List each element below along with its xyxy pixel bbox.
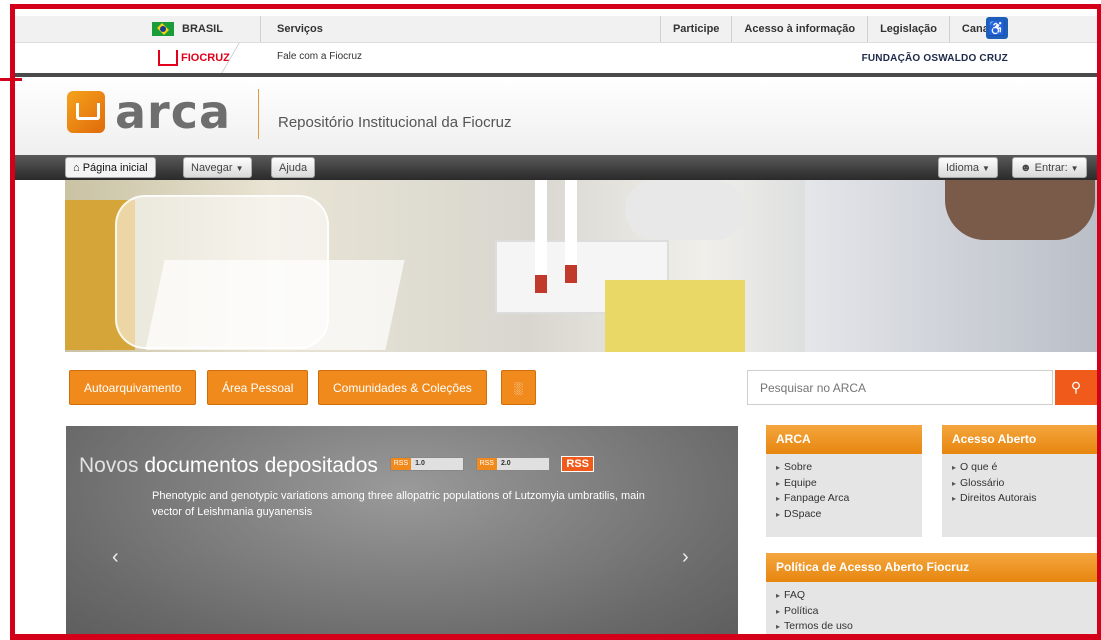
- highlight-frame-bottom: [10, 634, 1101, 640]
- highlight-frame: [10, 4, 1101, 640]
- highlight-frame-right: [1097, 4, 1101, 640]
- highlight-frame-tick: [0, 78, 22, 81]
